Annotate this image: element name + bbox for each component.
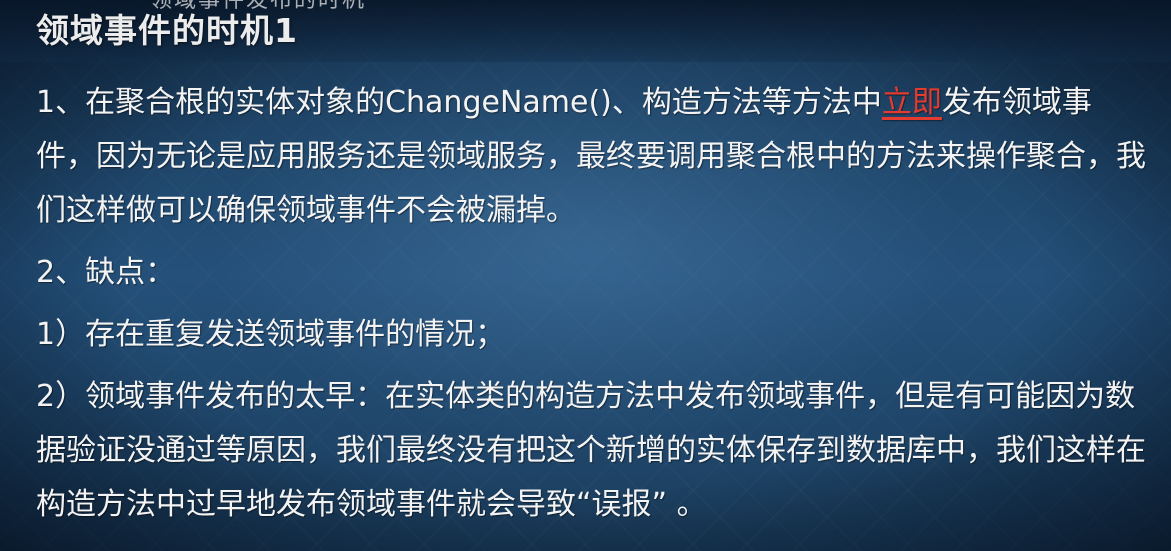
paragraph-2: 2、缺点：: [36, 255, 176, 290]
paragraph-3: 1）存在重复发送领域事件的情况；: [36, 317, 506, 352]
paragraph-1: 1、在聚合根的实体对象的ChangeName()、构造方法等方法中立即发布领域事…: [36, 76, 1146, 238]
highlight-immediately: 立即: [881, 85, 942, 120]
title-bar: 领域事件发布的时机 领域事件的时机1: [0, 0, 1171, 62]
paragraph-1-before: 1、在聚合根的实体对象的ChangeName()、构造方法等方法中: [36, 85, 882, 120]
paragraph-4: 2）领域事件发布的太早：在实体类的构造方法中发布领域事件，但是有可能因为数据验证…: [36, 379, 1146, 522]
slide-body: 1、在聚合根的实体对象的ChangeName()、构造方法等方法中立即发布领域事…: [36, 76, 1146, 540]
slide-title: 领域事件的时机1: [36, 11, 298, 50]
slide-background: 领域事件发布的时机 领域事件的时机1 1、在聚合根的实体对象的ChangeNam…: [0, 0, 1171, 551]
